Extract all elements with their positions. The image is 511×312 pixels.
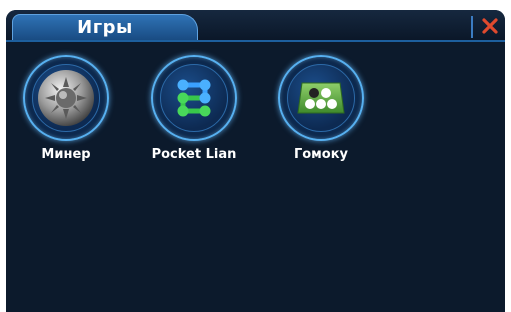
apps-grid: Минер Pocket Lian Гомоку — [6, 42, 505, 312]
close-icon — [482, 18, 498, 34]
connected-dots-icon — [177, 79, 211, 117]
gomoku-board-icon — [297, 82, 345, 114]
app-label: Pocket Lian — [151, 147, 237, 162]
close-button[interactable] — [478, 13, 502, 39]
app-icon-ring — [278, 55, 364, 141]
window-header: Игры — [6, 10, 505, 42]
minesweeper-mine-icon — [38, 70, 94, 126]
app-pocket-lian[interactable]: Pocket Lian — [134, 55, 254, 165]
games-window: Игры Минер Pocket Lian Гомоку — [6, 10, 505, 312]
header-separator — [471, 16, 473, 38]
app-minesweeper[interactable]: Минер — [6, 55, 126, 165]
app-icon-ring — [23, 55, 109, 141]
tab-title: Игры — [77, 17, 133, 38]
app-label: Гомоку — [293, 147, 349, 162]
tab-games[interactable]: Игры — [12, 14, 198, 42]
app-gomoku[interactable]: Гомоку — [261, 55, 381, 165]
app-label: Минер — [41, 147, 91, 162]
app-icon-ring — [151, 55, 237, 141]
